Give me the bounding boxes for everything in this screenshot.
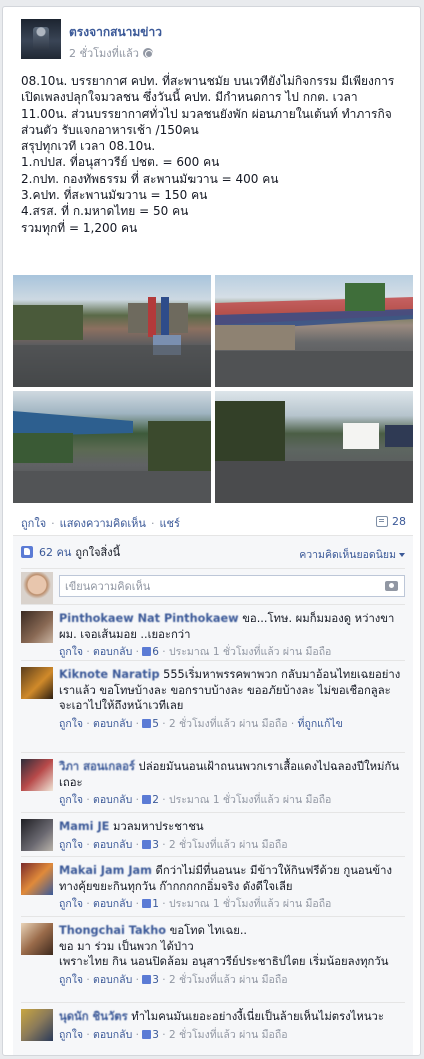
chevron-down-icon [399, 553, 405, 557]
comment-meta: ถูกใจ · ตอบกลับ · 3 · 2 ชั่วโมงที่แล้ว ผ… [59, 838, 288, 851]
thumbs-up-icon [142, 1029, 152, 1039]
comment-section: 62 คน ถูกใจสิ่งนี้ ความคิดเห็นยอดนิยม Pi… [13, 535, 413, 1055]
comment-item: Pinthokaew Nat Pinthokaew ขอ...โทษ. ผมก็… [21, 604, 405, 659]
comment-reply-link[interactable]: ตอบกลับ [93, 794, 132, 806]
comment-like-link[interactable]: ถูกใจ [59, 1029, 83, 1041]
comment-item: นุดนัก ชินวัตร ทำไมคนมันเยอะอย่างงี้เนี่… [21, 1002, 405, 1042]
comment-meta: ถูกใจ · ตอบกลับ · 2 · ประมาณ 1 ชั่วโมงที… [59, 794, 332, 807]
page-name[interactable]: ตรงจากสนามข่าว [69, 23, 162, 42]
comment-count[interactable]: 28 [376, 515, 406, 528]
commenter-avatar[interactable] [21, 611, 53, 643]
likes-count[interactable]: 62 คน [39, 543, 71, 561]
comment-reply-link[interactable]: ตอบกลับ [93, 718, 132, 730]
post-header: ตรงจากสนามข่าว 2 ชั่วโมงที่แล้ว [21, 19, 162, 62]
commenter-name[interactable]: Makai Jam Jam [59, 864, 152, 877]
comment-input-box[interactable] [59, 575, 405, 597]
post-photo-1[interactable] [13, 275, 211, 387]
comment-link[interactable]: แสดงความคิดเห็น [60, 514, 146, 532]
edited-link[interactable]: ที่ถูกแก้ไข [298, 718, 343, 730]
comment-like-link[interactable]: ถูกใจ [59, 646, 83, 658]
post-photo-4[interactable] [215, 391, 413, 503]
thumbs-up-icon [142, 899, 152, 909]
page-avatar[interactable] [21, 19, 61, 59]
globe-icon [142, 48, 153, 58]
comment-meta: ถูกใจ · ตอบกลับ · 6 · ประมาณ 1 ชั่วโมงที… [59, 646, 332, 659]
commenter-name[interactable]: วิภา สอนเกลอร์ [59, 760, 135, 773]
comment-item: วิภา สอนเกลอร์ ปล่อยมันนอนเฝ้าถนนพวกเราเ… [21, 752, 405, 807]
comment-bubble-icon [376, 516, 388, 527]
thumbs-up-icon [142, 839, 152, 849]
avatar [21, 572, 53, 604]
likes-text: ถูกใจสิ่งนี้ [75, 546, 121, 559]
commenter-name[interactable]: Pinthokaew Nat Pinthokaew [59, 612, 239, 625]
thumbs-up-icon [21, 546, 33, 558]
comment-reply-link[interactable]: ตอบกลับ [93, 646, 132, 658]
share-link[interactable]: แชร์ [159, 514, 179, 532]
thumbs-up-icon [142, 647, 152, 657]
comment-item: Mami JE มวลมหาประชาชน ถูกใจ · ตอบกลับ · … [21, 812, 405, 852]
sort-dropdown[interactable]: ความคิดเห็นยอดนิยม [299, 546, 405, 563]
comment-item: Kiknote Naratip 555เริ่มหาพรรคพาพวก กลับ… [21, 660, 405, 731]
commenter-avatar[interactable] [21, 1009, 53, 1041]
post-timestamp[interactable]: 2 ชั่วโมงที่แล้ว [69, 44, 162, 62]
like-link[interactable]: ถูกใจ [21, 514, 46, 532]
comment-meta: ถูกใจ · ตอบกลับ · 3 · 2 ชั่วโมงที่แล้ว ผ… [59, 973, 288, 986]
commenter-avatar[interactable] [21, 863, 53, 895]
comment-reply-link[interactable]: ตอบกลับ [93, 898, 132, 910]
post-card: ตรงจากสนามข่าว 2 ชั่วโมงที่แล้ว 08.10น. … [2, 6, 421, 1056]
comment-item: Makai Jam Jam ดีกว่าไม่มีที่นอนนะ มีข้าว… [21, 856, 405, 911]
comment-item: Thongchai Takho ขอโทด ไทเฉย.. ขอ มา ร่วม… [21, 916, 405, 987]
commenter-name[interactable]: นุดนัก ชินวัตร [59, 1010, 128, 1023]
comment-input[interactable] [60, 576, 360, 596]
post-text: 08.10น. บรรยากาศ คปท. ที่สะพานชมัย บนเวท… [21, 74, 395, 235]
thumbs-up-icon [142, 974, 152, 984]
post-actions: ถูกใจ · แสดงความคิดเห็น · แชร์ 28 [21, 514, 406, 532]
post-photo-2[interactable] [215, 275, 413, 387]
commenter-avatar[interactable] [21, 667, 53, 699]
commenter-avatar[interactable] [21, 819, 53, 851]
comment-like-link[interactable]: ถูกใจ [59, 718, 83, 730]
write-comment-row [21, 568, 405, 604]
camera-icon[interactable] [385, 581, 398, 591]
commenter-name[interactable]: Thongchai Takho [59, 924, 166, 937]
comment-like-link[interactable]: ถูกใจ [59, 839, 83, 851]
comment-reply-link[interactable]: ตอบกลับ [93, 1029, 132, 1041]
comment-meta: ถูกใจ · ตอบกลับ · 1 · ประมาณ 1 ชั่วโมงที… [59, 898, 332, 911]
thumbs-up-icon [142, 718, 152, 728]
likes-summary: 62 คน ถูกใจสิ่งนี้ ความคิดเห็นยอดนิยม [21, 543, 405, 563]
thumbs-up-icon [142, 795, 152, 805]
photo-grid [13, 275, 413, 503]
commenter-name[interactable]: Kiknote Naratip [59, 668, 160, 681]
comment-text: มวลมหาประชาชน [112, 820, 204, 833]
comment-reply-link[interactable]: ตอบกลับ [93, 974, 132, 986]
comment-reply-link[interactable]: ตอบกลับ [93, 839, 132, 851]
comment-meta: ถูกใจ · ตอบกลับ · 3 · 2 ชั่วโมงที่แล้ว ผ… [59, 1028, 288, 1041]
commenter-avatar[interactable] [21, 759, 53, 791]
comment-like-link[interactable]: ถูกใจ [59, 974, 83, 986]
commenter-name[interactable]: Mami JE [59, 820, 109, 833]
comment-like-link[interactable]: ถูกใจ [59, 898, 83, 910]
comment-like-link[interactable]: ถูกใจ [59, 794, 83, 806]
comment-meta: ถูกใจ · ตอบกลับ · 5 · 2 ชั่วโมงที่แล้ว ผ… [59, 717, 343, 730]
comment-text: ทำไมคนมันเยอะอย่างงี้เนี่ยเป็นล้ายเห็นไม… [131, 1010, 384, 1023]
commenter-avatar[interactable] [21, 923, 53, 955]
post-photo-3[interactable] [13, 391, 211, 503]
